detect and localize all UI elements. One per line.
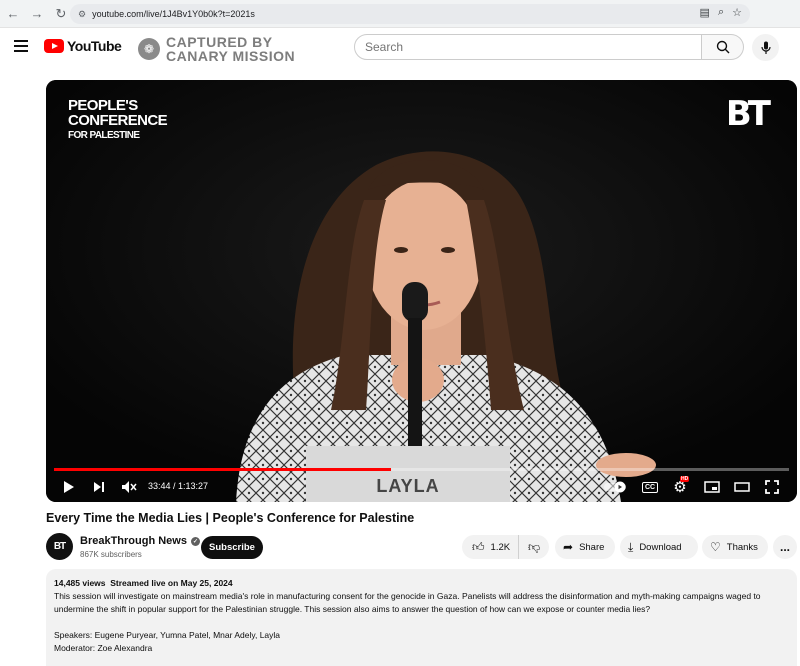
video-title: Every Time the Media Lies | People's Con…: [46, 511, 415, 525]
browser-toolbar: ← → ↻ ⚙ youtube.com/live/1J4Bv1Y0b0k?t=2…: [0, 0, 800, 28]
conference-logo-line-3: FOR PALESTINE: [68, 130, 140, 141]
menu-icon[interactable]: [14, 40, 28, 52]
settings-button[interactable]: ⚙ HD: [668, 474, 692, 500]
subtitles-button[interactable]: CC: [638, 474, 662, 500]
download-label: Download: [639, 541, 682, 553]
watermark-line-2: CANARY MISSION: [166, 48, 296, 64]
next-button[interactable]: [88, 474, 110, 500]
search-input[interactable]: Search: [354, 34, 702, 60]
description-moderator: Moderator: Zoe Alexandra: [54, 643, 153, 653]
url-text: youtube.com/live/1J4Bv1Y0b0k?t=2021s: [92, 9, 255, 19]
progress-bar[interactable]: [54, 468, 789, 471]
download-icon: ⤓: [628, 539, 634, 554]
subscriber-count: 867K subscribers: [80, 550, 142, 559]
conference-logo-line-1: PEOPLE'S: [68, 97, 138, 114]
volume-muted-icon: [122, 481, 137, 493]
description-body: This session will investigate on mainstr…: [54, 591, 761, 614]
search-icon: [716, 40, 729, 54]
theater-mode-icon: [734, 482, 750, 492]
channel-avatar[interactable]: BT: [46, 533, 73, 560]
channel-name-row[interactable]: BreakThrough News ✓: [80, 535, 200, 547]
thumbs-up-icon: 👍︎: [472, 539, 485, 554]
watermark-line-1: CAPTURED BY: [166, 34, 273, 50]
verified-check-icon: ✓: [190, 536, 200, 546]
like-dislike-group: 👍︎ 1.2K 👎︎: [462, 535, 549, 559]
conference-logo: PEOPLE'S CONFERENCE FOR PALESTINE: [68, 97, 168, 143]
player-controls: 33:44 / 1:13:27 CC ⚙ HD: [46, 474, 797, 500]
more-dots-icon: ...: [779, 540, 790, 554]
bookmark-star-icon[interactable]: ☆: [732, 6, 742, 19]
skip-next-icon: [94, 482, 104, 492]
miniplayer-button[interactable]: [700, 474, 724, 500]
view-count: 14,485 views: [54, 578, 106, 588]
thumbs-down-icon: 👎︎: [527, 539, 541, 554]
subscribe-button[interactable]: Subscribe: [201, 536, 263, 559]
logo-wordmark: YouTube: [67, 38, 122, 54]
thanks-heart-icon: ♡: [710, 540, 721, 554]
thanks-label: Thanks: [726, 541, 758, 553]
download-button[interactable]: ⤓ Download: [620, 535, 698, 559]
breakthrough-corner-logo: BT: [725, 94, 771, 134]
description-box[interactable]: 14,485 views Streamed live on May 25, 20…: [46, 569, 797, 666]
share-label: Share: [579, 541, 605, 553]
description-speakers: Speakers: Eugene Puryear, Yumna Patel, M…: [54, 630, 281, 640]
youtube-header: YouTube ❁ CAPTURED BY CANARY MISSION Sea…: [0, 28, 800, 66]
youtube-logo[interactable]: YouTube: [44, 38, 122, 54]
fullscreen-icon: [765, 480, 779, 494]
share-button[interactable]: ➦ Share: [555, 535, 615, 559]
play-button[interactable]: [58, 474, 80, 500]
canary-bird-icon: ❁: [138, 38, 160, 60]
back-icon[interactable]: ←: [2, 3, 24, 25]
search-placeholder: Search: [365, 40, 404, 54]
like-button[interactable]: 👍︎ 1.2K: [462, 535, 520, 559]
forward-icon[interactable]: →: [26, 3, 48, 25]
fullscreen-button[interactable]: [760, 474, 784, 500]
site-settings-icon[interactable]: ⚙: [78, 9, 86, 20]
youtube-play-icon: [44, 39, 64, 53]
play-icon: [64, 481, 74, 493]
description-meta: 14,485 views Streamed live on May 25, 20…: [54, 577, 789, 590]
more-actions-button[interactable]: ...: [773, 535, 797, 559]
dislike-button[interactable]: 👎︎: [519, 540, 549, 555]
zoom-icon[interactable]: ⌕: [718, 6, 724, 19]
autoplay-toggle[interactable]: [602, 474, 630, 500]
voice-search-button[interactable]: [752, 34, 779, 61]
like-count: 1.2K: [490, 541, 511, 553]
cc-icon: CC: [641, 481, 659, 493]
video-player[interactable]: PEOPLE'S CONFERENCE FOR PALESTINE BT LAY…: [46, 80, 797, 502]
channel-name[interactable]: BreakThrough News: [80, 535, 187, 547]
microphone-icon: [760, 41, 771, 54]
theater-mode-button[interactable]: [730, 474, 754, 500]
install-app-icon[interactable]: ▤: [700, 6, 710, 19]
reload-icon[interactable]: ↻: [50, 3, 72, 25]
canary-mission-watermark: ❁ CAPTURED BY CANARY MISSION: [138, 35, 295, 63]
search-button[interactable]: [702, 34, 744, 60]
share-arrow-icon: ➦: [563, 540, 574, 554]
hd-badge: HD: [680, 476, 690, 482]
conference-logo-line-2: CONFERENCE: [68, 112, 168, 129]
thanks-button[interactable]: ♡ Thanks: [702, 535, 768, 559]
mute-button[interactable]: [118, 474, 140, 500]
miniplayer-icon: [704, 481, 720, 493]
autoplay-icon: [604, 481, 626, 493]
progress-played: [54, 468, 392, 471]
streamed-date: Streamed live on May 25, 2024: [110, 578, 233, 588]
time-display: 33:44 / 1:13:27: [148, 481, 209, 491]
video-frame: [46, 80, 797, 502]
address-bar[interactable]: ⚙ youtube.com/live/1J4Bv1Y0b0k?t=2021s: [70, 4, 750, 24]
